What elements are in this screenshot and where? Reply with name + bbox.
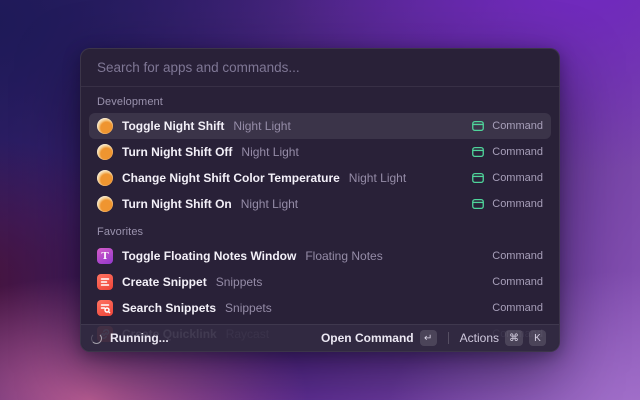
item-type-label: Command bbox=[492, 146, 543, 158]
item-title: Search Snippets bbox=[122, 301, 216, 315]
night-light-icon bbox=[97, 170, 113, 186]
menu-bar-icon bbox=[471, 145, 485, 159]
item-type-label: Command bbox=[492, 250, 543, 262]
actions-button[interactable]: Actions ⌘ K bbox=[457, 328, 549, 348]
item-type-label: Command bbox=[492, 198, 543, 210]
section-header: Favorites bbox=[89, 217, 551, 243]
menu-bar-icon bbox=[471, 197, 485, 211]
item-subtitle: Night Light bbox=[241, 145, 298, 159]
k-key-badge: K bbox=[529, 330, 546, 346]
footer-actions: Open Command ↵ Actions ⌘ K bbox=[318, 328, 549, 348]
footer-divider bbox=[448, 332, 449, 344]
item-accessories: Command bbox=[471, 171, 543, 185]
snippet-icon bbox=[97, 274, 113, 290]
cmd-key-badge: ⌘ bbox=[505, 330, 523, 346]
item-accessories: Command bbox=[471, 119, 543, 133]
item-accessories: Command bbox=[471, 197, 543, 211]
results-list: Development Toggle Night Shift Night Light… bbox=[81, 87, 559, 351]
item-subtitle: Night Light bbox=[233, 119, 290, 133]
night-light-icon bbox=[97, 144, 113, 160]
night-light-icon bbox=[97, 196, 113, 212]
item-subtitle: Floating Notes bbox=[305, 249, 382, 263]
search-input[interactable] bbox=[97, 60, 543, 75]
item-subtitle: Night Light bbox=[349, 171, 406, 185]
item-type-label: Command bbox=[492, 120, 543, 132]
item-type-label: Command bbox=[492, 302, 543, 314]
item-accessories: Command bbox=[492, 302, 543, 314]
list-item[interactable]: Turn Night Shift On Night Light Command bbox=[89, 191, 551, 217]
item-title: Turn Night Shift On bbox=[122, 197, 232, 211]
item-accessories: Command bbox=[492, 250, 543, 262]
item-title: Toggle Floating Notes Window bbox=[122, 249, 296, 263]
footer: Running... Open Command ↵ Actions ⌘ K bbox=[81, 324, 559, 351]
item-accessories: Command bbox=[492, 276, 543, 288]
list-item[interactable]: Turn Night Shift Off Night Light Command bbox=[89, 139, 551, 165]
status-text: Running... bbox=[110, 331, 169, 345]
item-title: Toggle Night Shift bbox=[122, 119, 224, 133]
item-accessories: Command bbox=[471, 145, 543, 159]
open-command-label: Open Command bbox=[321, 331, 414, 345]
item-title: Change Night Shift Color Temperature bbox=[122, 171, 340, 185]
item-title: Turn Night Shift Off bbox=[122, 145, 232, 159]
menu-bar-icon bbox=[471, 119, 485, 133]
floating-notes-icon: T bbox=[97, 248, 113, 264]
launcher-window: Development Toggle Night Shift Night Light… bbox=[80, 48, 560, 352]
list-item[interactable]: Change Night Shift Color Temperature Nigh… bbox=[89, 165, 551, 191]
list-item[interactable]: Create Snippet Snippets Command bbox=[89, 269, 551, 295]
snippet-search-icon bbox=[97, 300, 113, 316]
item-title: Create Snippet bbox=[122, 275, 207, 289]
item-subtitle: Snippets bbox=[216, 275, 263, 289]
open-command-button[interactable]: Open Command ↵ bbox=[318, 328, 440, 348]
item-subtitle: Night Light bbox=[241, 197, 298, 211]
menu-bar-icon bbox=[471, 171, 485, 185]
search-bar bbox=[81, 49, 559, 87]
item-type-label: Command bbox=[492, 172, 543, 184]
desktop: { "window": { "search": { "placeholder":… bbox=[0, 0, 640, 400]
night-light-icon bbox=[97, 118, 113, 134]
loading-spinner-icon bbox=[91, 333, 102, 344]
item-subtitle: Snippets bbox=[225, 301, 272, 315]
actions-label: Actions bbox=[460, 331, 499, 345]
item-type-label: Command bbox=[492, 276, 543, 288]
list-item[interactable]: Search Snippets Snippets Command bbox=[89, 295, 551, 321]
enter-key-badge: ↵ bbox=[420, 330, 437, 346]
section-header: Development bbox=[89, 87, 551, 113]
list-item[interactable]: T Toggle Floating Notes Window Floating No… bbox=[89, 243, 551, 269]
list-item[interactable]: Toggle Night Shift Night Light Command bbox=[89, 113, 551, 139]
